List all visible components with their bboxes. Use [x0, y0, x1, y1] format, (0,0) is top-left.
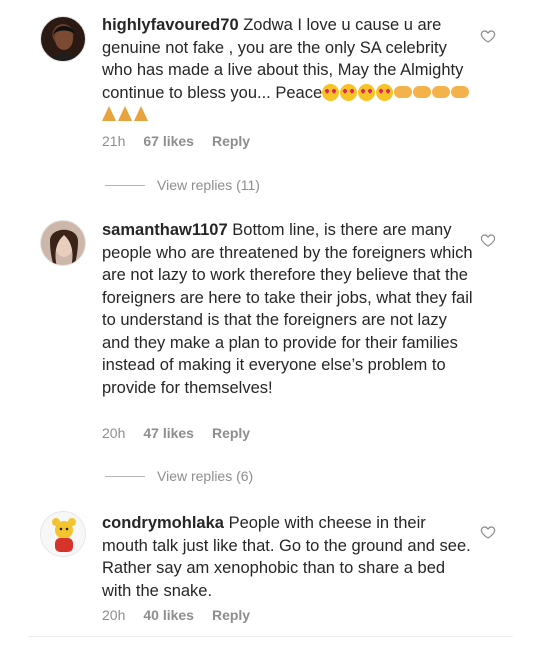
profile-photo-icon — [49, 26, 79, 61]
view-replies-button[interactable]: View replies (6) — [105, 468, 253, 484]
comment-likes[interactable]: 40 likes — [143, 607, 194, 623]
avatar[interactable] — [40, 511, 86, 557]
profile-photo-icon — [41, 512, 85, 556]
comment-likes[interactable]: 67 likes — [143, 133, 194, 149]
like-heart-icon[interactable] — [480, 232, 496, 248]
comment-body: Bottom line, is there are many people wh… — [102, 221, 473, 397]
comment-meta: 20h 47 likes Reply — [102, 425, 250, 441]
handshake-emoji-icon — [451, 85, 470, 98]
handshake-emoji-icon — [432, 85, 451, 98]
avatar[interactable] — [40, 220, 86, 266]
replies-divider — [105, 475, 145, 477]
heart-eyes-emoji-icon — [340, 83, 358, 101]
heart-eyes-emoji-icon — [322, 83, 340, 101]
view-replies-button[interactable]: View replies (11) — [105, 177, 260, 193]
comment-text-block: samanthaw1107 Bottom line, is there are … — [102, 219, 474, 399]
comment-username[interactable]: highlyfavoured70 — [102, 16, 239, 34]
comment-likes[interactable]: 47 likes — [143, 425, 194, 441]
comment-meta: 20h 40 likes Reply — [102, 607, 250, 623]
comment-text-block: highlyfavoured70 Zodwa I love u cause u … — [102, 14, 474, 127]
reply-button[interactable]: Reply — [212, 133, 250, 149]
comment-meta: 21h 67 likes Reply — [102, 133, 250, 149]
pray-emoji-icon — [102, 106, 116, 121]
bottom-divider — [28, 636, 513, 637]
comment-text-block: condrymohlaka People with cheese in thei… — [102, 512, 474, 602]
view-replies-label: View replies (6) — [157, 468, 254, 484]
reply-button[interactable]: Reply — [212, 607, 250, 623]
comment-time: 20h — [102, 607, 126, 623]
comment-time: 21h — [102, 133, 126, 149]
comment-time: 20h — [102, 425, 126, 441]
like-heart-icon[interactable] — [480, 524, 496, 540]
like-heart-icon[interactable] — [480, 28, 496, 44]
comment-username[interactable]: samanthaw1107 — [102, 221, 228, 239]
handshake-emoji-icon — [413, 85, 432, 98]
handshake-emoji-icon — [394, 85, 413, 98]
pray-emoji-icon — [134, 106, 148, 121]
profile-photo-icon — [41, 221, 85, 265]
heart-eyes-emoji-icon — [376, 83, 394, 101]
comment-username[interactable]: condrymohlaka — [102, 514, 224, 532]
replies-divider — [105, 184, 145, 186]
pray-emoji-icon — [118, 106, 132, 121]
avatar[interactable] — [40, 16, 86, 62]
reply-button[interactable]: Reply — [212, 425, 250, 441]
heart-eyes-emoji-icon — [358, 83, 376, 101]
view-replies-label: View replies (11) — [157, 177, 260, 193]
